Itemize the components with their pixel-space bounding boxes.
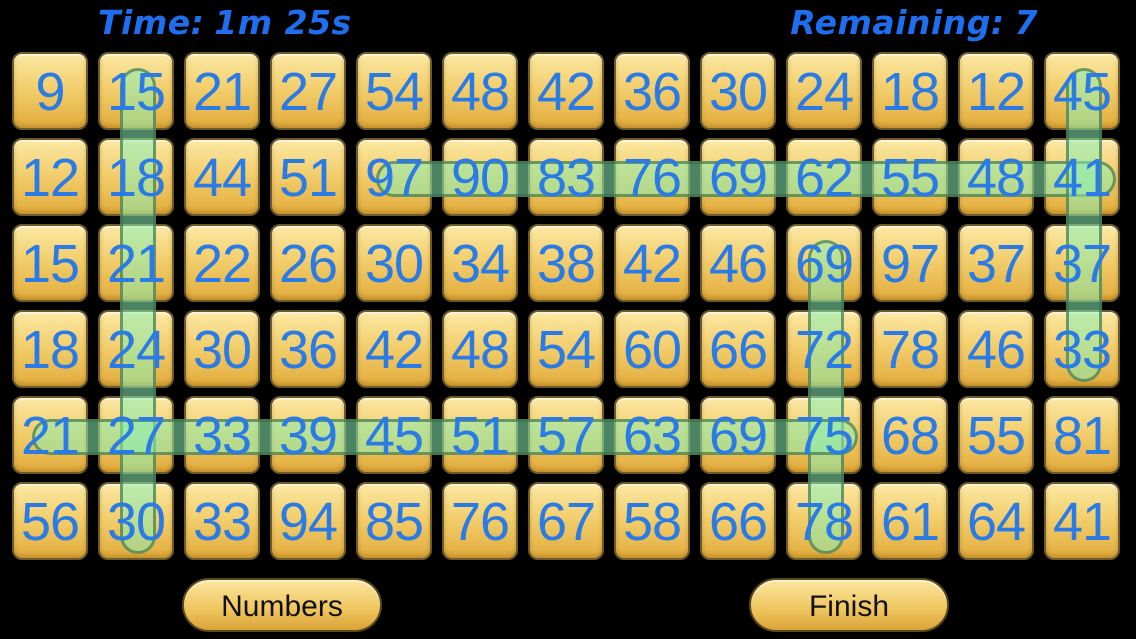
tile-number: 24 — [106, 320, 166, 380]
tile-number: 54 — [364, 62, 424, 122]
tile-number: 66 — [708, 320, 768, 380]
tile-number: 48 — [966, 148, 1026, 208]
tile-number: 41 — [1052, 148, 1112, 208]
tile-number: 57 — [536, 406, 596, 466]
tile-number: 69 — [708, 148, 768, 208]
tile-number: 51 — [450, 406, 510, 466]
tile-number: 63 — [622, 406, 682, 466]
remaining-value: 7 — [1014, 3, 1038, 42]
tile-number: 24 — [794, 62, 854, 122]
time-display: Time: 1m 25s — [98, 0, 352, 46]
tile-number: 21 — [20, 406, 80, 466]
tile-number: 61 — [880, 492, 940, 552]
tile-number: 72 — [794, 320, 854, 380]
tile-number: 94 — [278, 492, 338, 552]
tile-number: 62 — [794, 148, 854, 208]
tile-number: 33 — [192, 406, 252, 466]
tile-number: 27 — [106, 406, 166, 466]
tile-number: 78 — [880, 320, 940, 380]
tile-number: 64 — [966, 492, 1026, 552]
tile-number: 18 — [20, 320, 80, 380]
tile-number: 21 — [106, 234, 166, 294]
tile-number: 36 — [278, 320, 338, 380]
tile-number: 37 — [966, 234, 1026, 294]
tile-number: 41 — [1052, 492, 1112, 552]
tile-number: 30 — [192, 320, 252, 380]
remaining-label: Remaining: — [790, 3, 1005, 42]
tile-number: 39 — [278, 406, 338, 466]
tile-number: 78 — [794, 492, 854, 552]
tile-number: 30 — [708, 62, 768, 122]
tile-number: 83 — [536, 148, 596, 208]
tile-number: 12 — [966, 62, 1026, 122]
tile-number: 33 — [1052, 320, 1112, 380]
tile-number: 48 — [450, 62, 510, 122]
tile-number: 15 — [106, 62, 166, 122]
tile-number: 54 — [536, 320, 596, 380]
tile-number: 68 — [880, 406, 940, 466]
numbers-button[interactable]: Numbers — [182, 578, 382, 632]
tile-number: 97 — [364, 148, 424, 208]
remaining-display: Remaining: 7 — [790, 0, 1038, 46]
tile-number: 15 — [20, 234, 80, 294]
tile-number: 85 — [364, 492, 424, 552]
tile-number: 26 — [278, 234, 338, 294]
tile-number: 34 — [450, 234, 510, 294]
tile-number: 33 — [192, 492, 252, 552]
tile-number: 69 — [708, 406, 768, 466]
tile-number: 45 — [1052, 62, 1112, 122]
finish-button[interactable]: Finish — [749, 578, 949, 632]
tile-number: 30 — [106, 492, 166, 552]
tile-number: 76 — [450, 492, 510, 552]
tile-number: 18 — [106, 148, 166, 208]
tile-number: 46 — [966, 320, 1026, 380]
tile-number: 42 — [364, 320, 424, 380]
tile-number: 90 — [450, 148, 510, 208]
tile-number: 60 — [622, 320, 682, 380]
tile-number: 21 — [192, 62, 252, 122]
tile-number: 55 — [880, 148, 940, 208]
tile-number: 51 — [278, 148, 338, 208]
tile-number: 18 — [880, 62, 940, 122]
tile-number: 12 — [20, 148, 80, 208]
time-label: Time: — [98, 3, 205, 42]
tile-number: 38 — [536, 234, 596, 294]
tile-number: 55 — [966, 406, 1026, 466]
tile-number: 22 — [192, 234, 252, 294]
tile-number: 66 — [708, 492, 768, 552]
tile-number: 97 — [880, 234, 940, 294]
tile-number: 44 — [192, 148, 252, 208]
tile-number: 76 — [622, 148, 682, 208]
tile-number: 45 — [364, 406, 424, 466]
tile-number: 42 — [622, 234, 682, 294]
tile-number: 75 — [794, 406, 854, 466]
tile-number: 30 — [364, 234, 424, 294]
tile-number: 67 — [536, 492, 596, 552]
tile-number: 81 — [1052, 406, 1112, 466]
tile-number: 42 — [536, 62, 596, 122]
time-value: 1m 25s — [214, 3, 352, 42]
tile-number: 27 — [278, 62, 338, 122]
tile-number: 37 — [1052, 234, 1112, 294]
tile-number: 36 — [622, 62, 682, 122]
tile-number: 9 — [35, 62, 65, 122]
tile-number: 48 — [450, 320, 510, 380]
tile-number: 69 — [794, 234, 854, 294]
tile-number: 58 — [622, 492, 682, 552]
tile-number: 56 — [20, 492, 80, 552]
tile-number: 46 — [708, 234, 768, 294]
number-grid: 9 15 21 27 54 48 42 36 30 24 18 12 45 12 18 44 51 97 90 83 7… — [12, 52, 1124, 562]
